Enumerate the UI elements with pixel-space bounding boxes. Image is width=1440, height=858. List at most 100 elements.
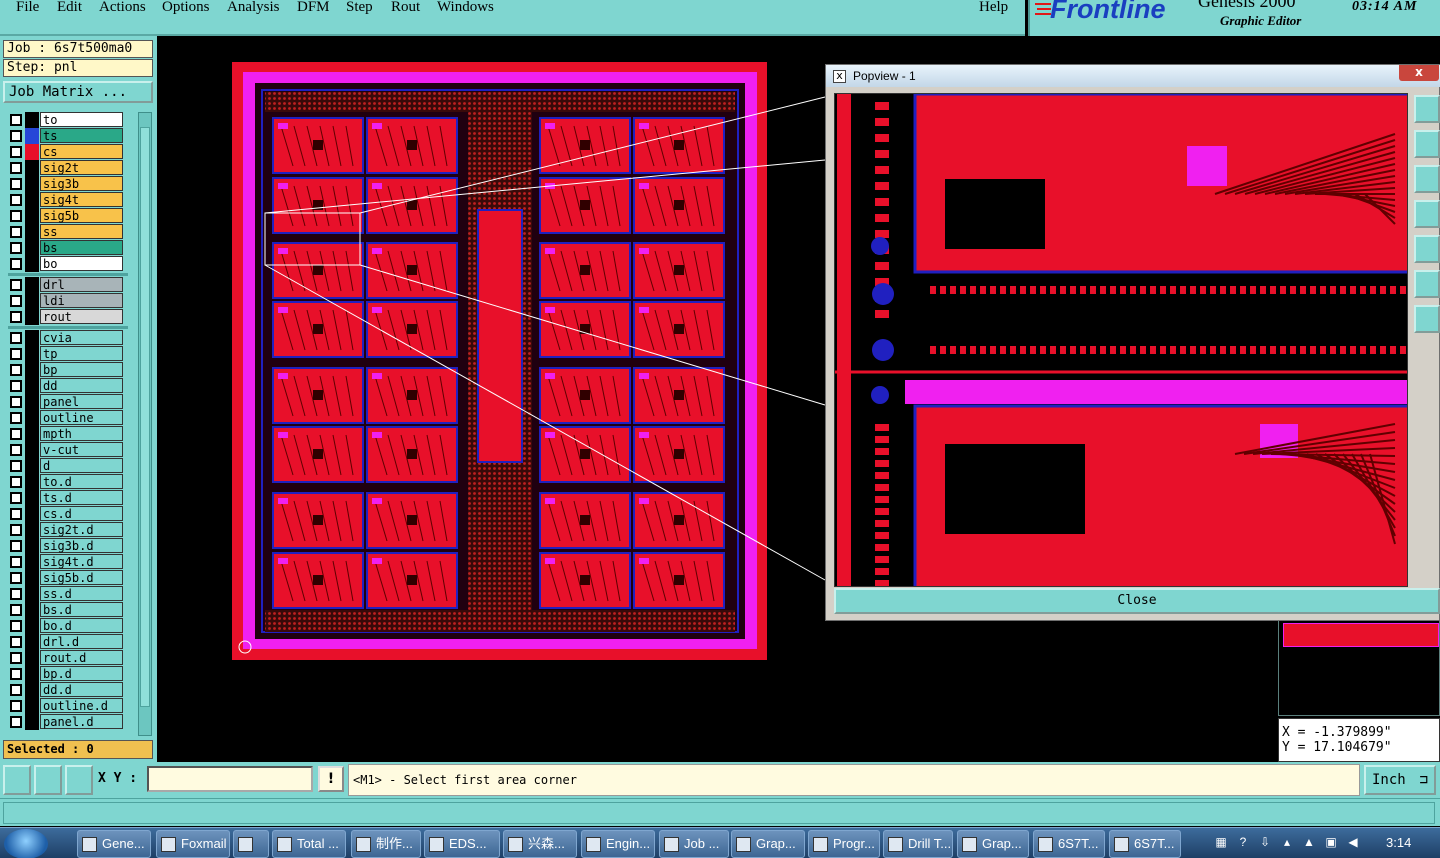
layer-color-swatch[interactable]: [25, 490, 39, 506]
layer-checkbox[interactable]: [10, 364, 22, 376]
layer-row[interactable]: rout: [4, 309, 126, 325]
measure-icon[interactable]: [3, 765, 31, 795]
layer-checkbox[interactable]: [10, 194, 22, 206]
layer-name[interactable]: sig3b.d: [40, 538, 123, 553]
taskbar-item[interactable]: Job ...: [659, 830, 729, 858]
layer-checkbox[interactable]: [10, 114, 22, 126]
layer-checkbox[interactable]: [10, 295, 22, 307]
layer-checkbox[interactable]: [10, 652, 22, 664]
layer-checkbox[interactable]: [10, 279, 22, 291]
layer-row[interactable]: to.d: [4, 474, 126, 490]
layer-name[interactable]: bo: [40, 256, 123, 271]
taskbar-item[interactable]: 制作...: [351, 830, 421, 858]
layer-name[interactable]: cs.d: [40, 506, 123, 521]
layer-checkbox[interactable]: [10, 588, 22, 600]
layer-name[interactable]: sig4t: [40, 192, 123, 207]
unit-select[interactable]: Inch ⊐: [1364, 765, 1436, 795]
popview-zoom[interactable]: [834, 93, 1408, 587]
layer-name[interactable]: sig5b.d: [40, 570, 123, 585]
taskbar-item[interactable]: Progr...: [808, 830, 880, 858]
layer-color-swatch[interactable]: [25, 602, 39, 618]
layer-name[interactable]: cvia: [40, 330, 123, 345]
layer-checkbox[interactable]: [10, 380, 22, 392]
fit-icon[interactable]: [1414, 270, 1440, 298]
menu-edit[interactable]: Edit: [57, 0, 82, 16]
layer-row[interactable]: tp: [4, 346, 126, 362]
taskbar-item[interactable]: EDS...: [424, 830, 500, 858]
layer-row[interactable]: cs.d: [4, 506, 126, 522]
layer-row[interactable]: ts.d: [4, 490, 126, 506]
layer-row[interactable]: to: [4, 112, 126, 128]
layer-name[interactable]: bp: [40, 362, 123, 377]
taskbar-item[interactable]: Drill T...: [883, 830, 953, 858]
layer-row[interactable]: panel.d: [4, 714, 126, 730]
menu-windows[interactable]: Windows: [437, 0, 494, 16]
layer-row[interactable]: sig4t: [4, 192, 126, 208]
layer-checkbox[interactable]: [10, 636, 22, 648]
layer-color-swatch[interactable]: [25, 650, 39, 666]
layer-row[interactable]: dd.d: [4, 682, 126, 698]
layer-color-swatch[interactable]: [25, 309, 39, 325]
taskbar-item[interactable]: 兴森...: [503, 830, 577, 858]
usb-icon[interactable]: ⇩: [1258, 835, 1272, 849]
taskbar-item[interactable]: Gene...: [77, 830, 151, 858]
layer-color-swatch[interactable]: [25, 426, 39, 442]
layer-name[interactable]: d: [40, 458, 123, 473]
taskbar-item[interactable]: 6S7T...: [1109, 830, 1181, 858]
layer-name[interactable]: ss: [40, 224, 123, 239]
layer-checkbox[interactable]: [10, 130, 22, 142]
layer-color-swatch[interactable]: [25, 293, 39, 309]
layer-name[interactable]: sig2t: [40, 160, 123, 175]
layer-row[interactable]: sig2t.d: [4, 522, 126, 538]
layer-row[interactable]: ss: [4, 224, 126, 240]
layer-checkbox[interactable]: [10, 311, 22, 323]
network-icon[interactable]: ▣: [1324, 835, 1338, 849]
layer-row[interactable]: mpth: [4, 426, 126, 442]
layer-color-swatch[interactable]: [25, 682, 39, 698]
layer-name[interactable]: panel: [40, 394, 123, 409]
layer-checkbox[interactable]: [10, 332, 22, 344]
arrow-up-icon[interactable]: ▴: [1280, 835, 1294, 849]
layer-color-swatch[interactable]: [25, 634, 39, 650]
layer-name[interactable]: cs: [40, 144, 123, 159]
layer-color-swatch[interactable]: [25, 330, 39, 346]
layer-checkbox[interactable]: [10, 178, 22, 190]
layer-name[interactable]: rout: [40, 309, 123, 324]
layer-row[interactable]: bo: [4, 256, 126, 272]
layer-checkbox[interactable]: [10, 226, 22, 238]
taskbar-item[interactable]: 6S7T...: [1033, 830, 1105, 858]
layer-name[interactable]: drl: [40, 277, 123, 292]
layer-color-swatch[interactable]: [25, 112, 39, 128]
layer-name[interactable]: outline.d: [40, 698, 123, 713]
menu-step[interactable]: Step: [346, 0, 373, 16]
popview-pcb[interactable]: [835, 94, 1408, 587]
layer-checkbox[interactable]: [10, 460, 22, 472]
layer-checkbox[interactable]: [10, 412, 22, 424]
layer-name[interactable]: mpth: [40, 426, 123, 441]
layer-checkbox[interactable]: [10, 508, 22, 520]
layer-color-swatch[interactable]: [25, 277, 39, 293]
layer-name[interactable]: outline: [40, 410, 123, 425]
layer-row[interactable]: bs: [4, 240, 126, 256]
layer-checkbox[interactable]: [10, 684, 22, 696]
layer-row[interactable]: sig5b.d: [4, 570, 126, 586]
layer-color-swatch[interactable]: [25, 346, 39, 362]
layer-name[interactable]: sig4t.d: [40, 554, 123, 569]
zoom-out-icon[interactable]: [1414, 130, 1440, 158]
layer-name[interactable]: sig2t.d: [40, 522, 123, 537]
xy-input[interactable]: [147, 766, 313, 792]
layer-checkbox[interactable]: [10, 444, 22, 456]
layer-name[interactable]: drl.d: [40, 634, 123, 649]
taskbar-item[interactable]: Total ...: [272, 830, 346, 858]
layer-checkbox[interactable]: [10, 146, 22, 158]
pan-down-icon[interactable]: [1414, 165, 1440, 193]
layer-name[interactable]: to: [40, 112, 123, 127]
layer-scrollbar[interactable]: [138, 112, 152, 736]
layer-color-swatch[interactable]: [25, 698, 39, 714]
start-button[interactable]: [4, 829, 48, 858]
layer-checkbox[interactable]: [10, 492, 22, 504]
taskbar-item[interactable]: Grap...: [957, 830, 1029, 858]
layer-color-swatch[interactable]: [25, 208, 39, 224]
alert-button[interactable]: !: [318, 766, 344, 792]
layer-checkbox[interactable]: [10, 242, 22, 254]
